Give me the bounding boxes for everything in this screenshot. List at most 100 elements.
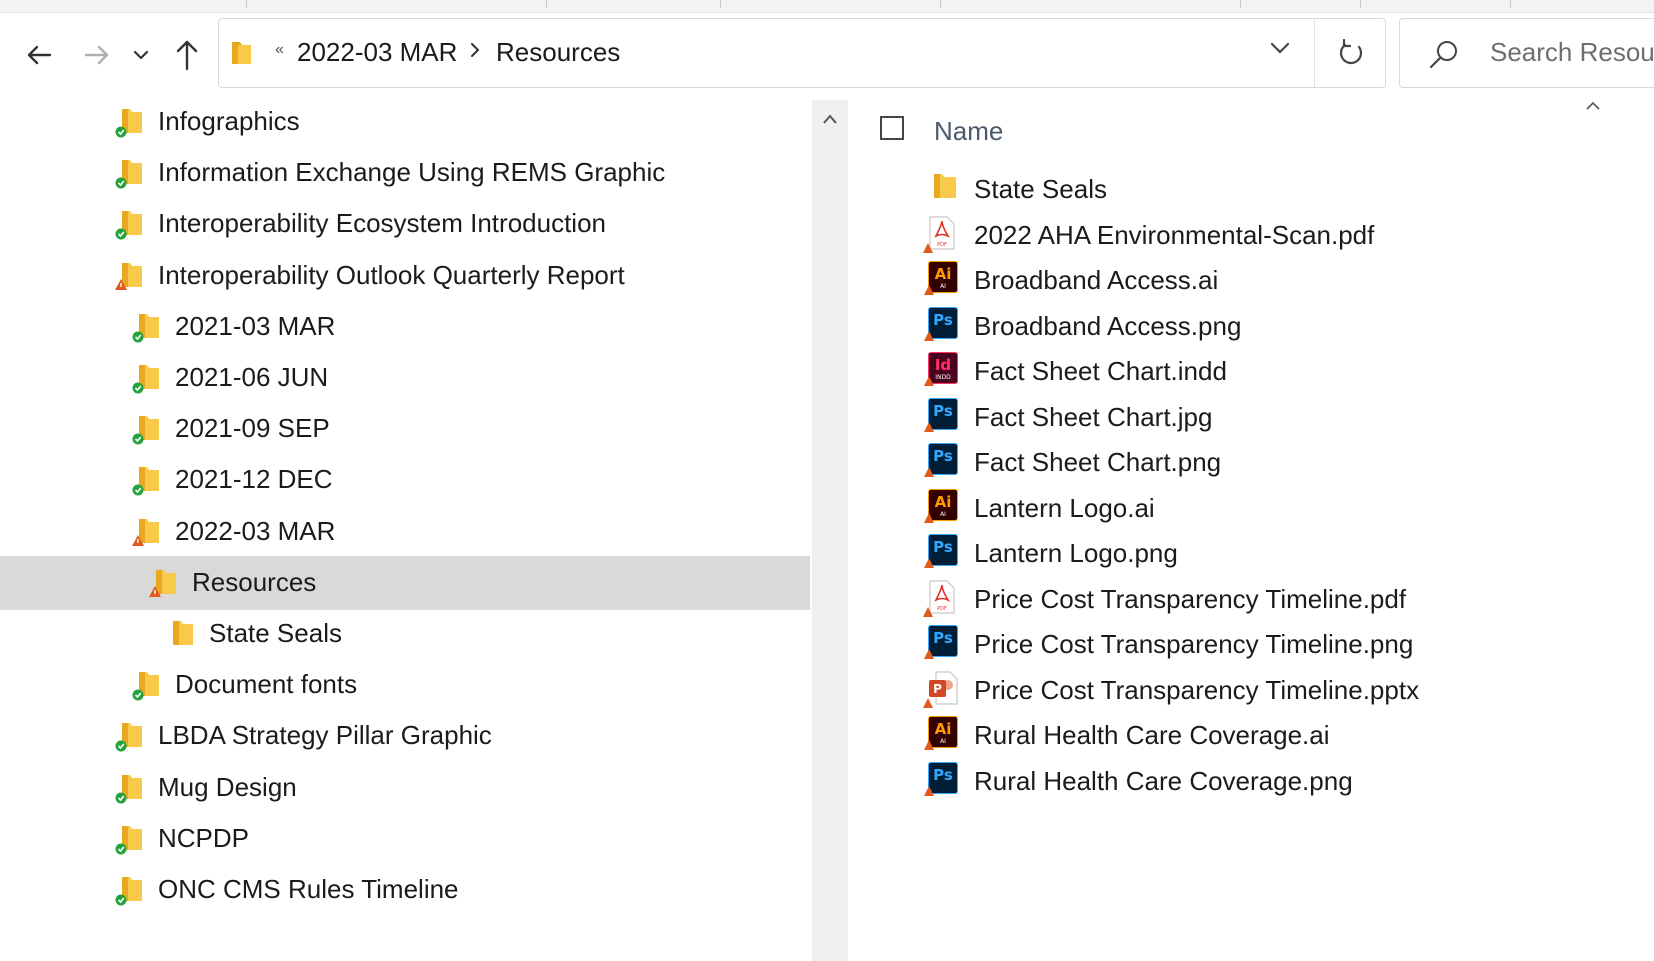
file-row[interactable]: Ps Fact Sheet Chart.jpg [920,394,1620,440]
folder-icon [165,617,199,651]
tab-separator [940,0,941,8]
chevron-down-icon [1270,42,1290,54]
tree-item[interactable]: Document fonts [0,658,810,712]
folder-synced-icon [114,207,148,241]
file-name: Rural Health Care Coverage.ai [974,720,1330,750]
folder-synced-icon [131,361,165,395]
up-button[interactable] [170,35,204,75]
file-name: Broadband Access.png [974,310,1242,341]
tree-item[interactable]: NCPDP [0,812,810,866]
select-all-checkbox[interactable] [880,116,904,140]
folder-synced-icon [114,822,148,856]
file-row[interactable]: Ai AI Rural Health Care Coverage.ai [920,712,1620,758]
recent-locations-button[interactable] [128,35,154,75]
breadcrumb-overflow[interactable]: « [275,41,284,59]
folder-synced-icon [114,873,148,907]
scroll-up-icon[interactable] [822,112,838,130]
back-button[interactable] [22,35,56,75]
tree-item[interactable]: 2021-09 SEP [0,402,810,456]
file-row[interactable]: P Price Cost Transparency Timeline.pptx [920,667,1620,713]
tab-separator [720,0,721,8]
folder-synced-icon [131,412,165,446]
tree-item[interactable]: Interoperability Ecosystem Introduction [0,197,810,251]
file-row[interactable]: Ps Lantern Logo.png [920,530,1620,576]
indesign-file-icon: Id INDD [924,352,962,388]
search-input[interactable]: Search Resources [1490,37,1654,68]
tree-item-label: NCPDP [158,822,250,853]
file-row[interactable]: Id INDD Fact Sheet Chart.indd [920,348,1620,394]
folder-synced-icon [114,105,148,139]
folder-synced-icon [114,771,148,805]
svg-text:P: P [933,682,942,696]
tree-item[interactable]: Infographics [0,100,810,149]
tree-item-label: Document fonts [175,669,358,700]
column-header-name[interactable]: Name [934,116,1003,147]
tab-separator [1510,0,1511,8]
svg-text:PDF: PDF [937,242,947,248]
file-name: State Seals [974,174,1107,204]
photoshop-file-icon: Ps [924,397,962,434]
tree-item-label: Information Exchange Using REMS Graphic [158,157,666,188]
tree-item[interactable]: State Seals [0,607,810,661]
address-divider [1314,19,1315,87]
breadcrumb-resources[interactable]: Resources [496,37,620,68]
file-name: Rural Health Care Coverage.png [974,765,1353,796]
tree-item[interactable]: ONC CMS Rules Timeline [0,863,810,917]
file-name: 2022 AHA Environmental-Scan.pdf [974,219,1375,250]
tree-item-label: Interoperability Outlook Quarterly Repor… [158,259,625,290]
tree-item[interactable]: Resources [0,555,810,610]
search-box[interactable]: Search Resources [1399,18,1654,88]
tree-item-label: 2021-03 MAR [175,310,336,341]
chevron-right-icon[interactable] [469,41,481,64]
file-row[interactable]: Ai AI Broadband Access.ai [920,257,1620,303]
file-name: Fact Sheet Chart.indd [974,356,1227,386]
tree-item-label: Mug Design [158,771,297,802]
navigation-tree: Infographics Information Exchange Using R… [0,100,810,961]
tree-item[interactable]: LBDA Strategy Pillar Graphic [0,709,810,763]
svg-text:PDF: PDF [937,606,947,612]
tree-item[interactable]: Interoperability Outlook Quarterly Repor… [0,249,810,303]
file-row[interactable]: Ai AI Lantern Logo.ai [920,485,1620,531]
arrow-left-icon [27,45,52,65]
tree-item[interactable]: 2021-06 JUN [0,351,810,405]
search-icon [1428,39,1460,76]
tree-item-label: Infographics [158,106,300,136]
arrow-right-icon [84,45,109,65]
tree-item[interactable]: 2022-03 MAR [0,505,810,559]
photoshop-file-icon: Ps [924,761,962,798]
file-name: Price Cost Transparency Timeline.pdf [974,583,1407,614]
file-row[interactable]: Ps Rural Health Care Coverage.png [920,758,1620,804]
folder-synced-icon [114,719,148,753]
refresh-button[interactable] [1335,37,1367,74]
file-row[interactable]: Ps Broadband Access.png [920,303,1620,349]
file-row[interactable]: State Seals [920,166,1620,212]
folder-synced-icon [131,463,165,497]
tree-item[interactable]: 2021-03 MAR [0,300,810,354]
tree-scrollbar[interactable] [812,100,848,961]
folder-synced-icon [114,156,148,190]
tab-separator [246,0,247,8]
file-row[interactable]: Ps Fact Sheet Chart.png [920,439,1620,485]
file-row[interactable]: Ps Price Cost Transparency Timeline.png [920,621,1620,667]
tree-item[interactable]: Information Exchange Using REMS Graphic [0,146,810,200]
tree-item[interactable]: 2021-12 DEC [0,453,810,507]
address-bar[interactable]: « 2022-03 MAR Resources [218,18,1386,88]
file-row[interactable]: PDF 2022 AHA Environmental-Scan.pdf [920,212,1620,258]
photoshop-file-icon: Ps [924,625,962,661]
forward-button[interactable] [80,35,114,75]
tree-item[interactable]: Mug Design [0,761,810,815]
folder-warning-icon [131,515,165,549]
file-name: Lantern Logo.png [974,538,1178,568]
breadcrumb-2022-03-mar[interactable]: 2022-03 MAR [297,37,457,68]
pdf-file-icon: PDF [923,579,962,617]
tree-item-label: Resources [192,566,317,597]
tree-item-label: 2022-03 MAR [175,515,336,546]
address-history-dropdown[interactable] [1269,41,1291,60]
file-name: Price Cost Transparency Timeline.pptx [974,674,1420,705]
tree-item-label: ONC CMS Rules Timeline [158,874,459,904]
file-row[interactable]: PDF Price Cost Transparency Timeline.pdf [920,576,1620,622]
tab-separator [1240,0,1241,8]
powerpoint-file-icon: P [923,670,962,708]
tree-item-label: State Seals [209,618,342,648]
tree-item-label: LBDA Strategy Pillar Graphic [158,720,492,751]
